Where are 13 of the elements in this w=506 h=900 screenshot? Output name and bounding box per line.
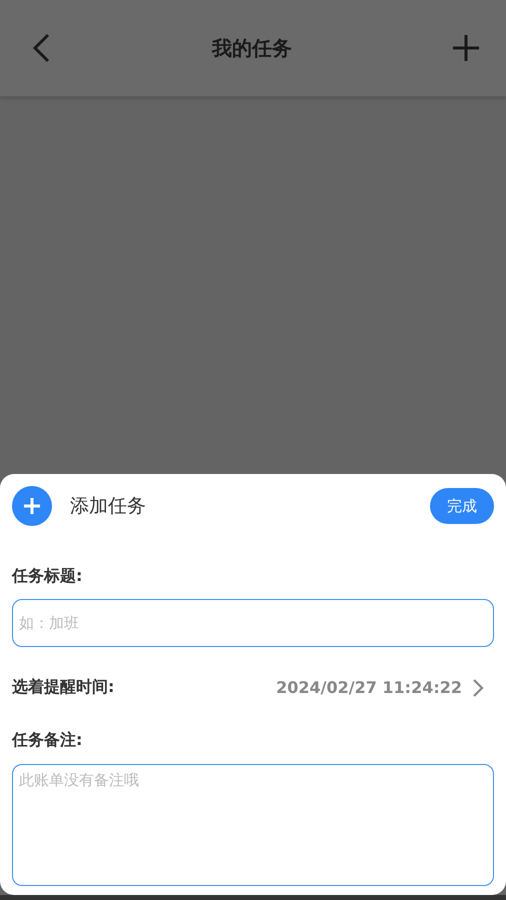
reminder-time-value[interactable]: 2024/02/27 11:24:22: [276, 678, 462, 697]
back-icon[interactable]: [30, 33, 52, 63]
page-title: 我的任务: [212, 34, 292, 62]
add-circle-icon: [12, 486, 52, 526]
field-label: 任务备注:: [12, 730, 82, 751]
done-button[interactable]: 完成: [430, 488, 494, 524]
sheet-title: 添加任务: [70, 494, 147, 519]
title-input-field[interactable]: 如：加班: [12, 599, 494, 647]
field-label: 任务标题:: [12, 566, 82, 587]
chevron-right-icon[interactable]: [472, 678, 484, 698]
add-icon[interactable]: [452, 34, 480, 62]
field-label: 选着提醒时间:: [12, 677, 116, 698]
note-input-field[interactable]: 此账单没有备注哦: [12, 764, 494, 886]
